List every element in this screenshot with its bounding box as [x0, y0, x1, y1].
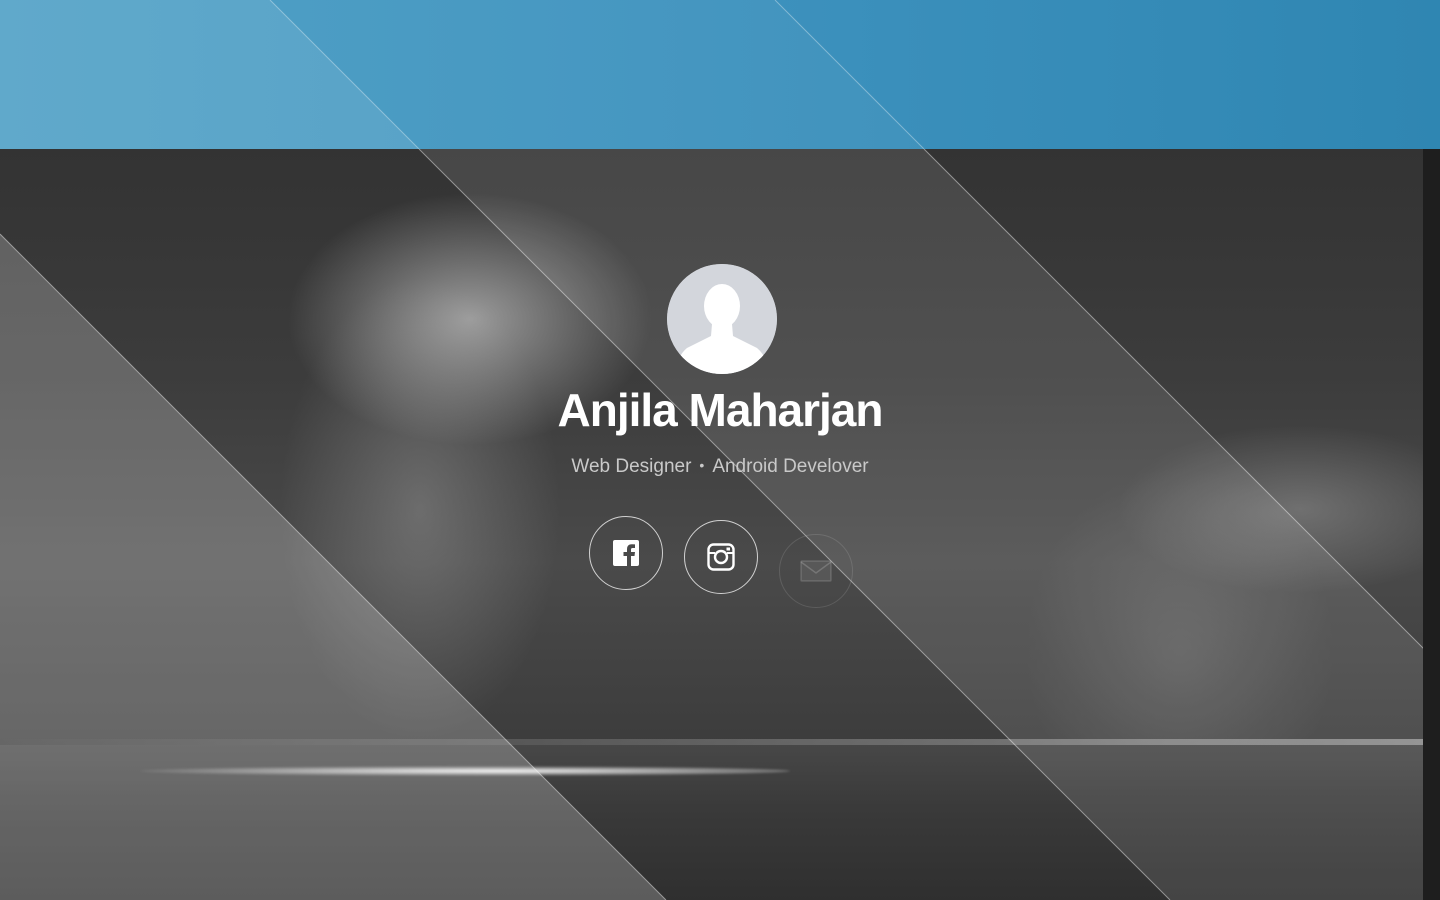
instagram-button[interactable] [684, 520, 758, 594]
facebook-icon [613, 540, 639, 566]
top-banner [0, 0, 1440, 149]
default-avatar-icon [667, 264, 777, 374]
email-button[interactable] [779, 534, 853, 608]
mail-icon [800, 560, 832, 582]
facebook-button[interactable] [589, 516, 663, 590]
instagram-icon [707, 543, 735, 571]
page: Anjila Maharjan Web Designer • Android Dev… [0, 0, 1440, 900]
banner-diagonal-shapes [0, 0, 925, 149]
scrollbar-track[interactable] [1423, 149, 1440, 900]
avatar[interactable] [667, 264, 777, 374]
